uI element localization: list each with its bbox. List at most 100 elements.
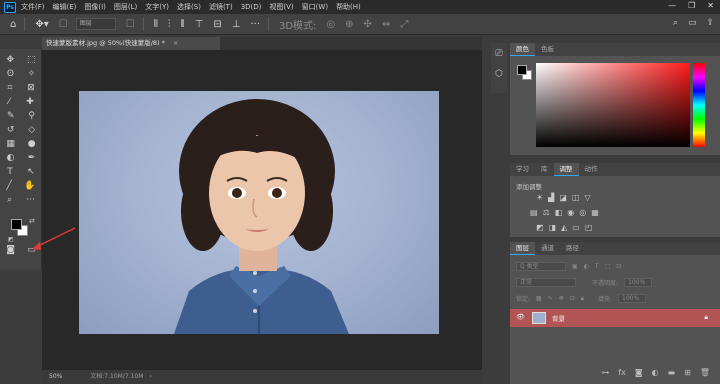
close-button[interactable]: ✕	[707, 1, 714, 10]
color-balance-icon[interactable]: ⚖	[543, 208, 550, 217]
blend-mode-select[interactable]: 正常	[516, 278, 576, 287]
marquee-tool-icon[interactable]: ⬚	[27, 55, 36, 65]
tab-channels[interactable]: 通道	[535, 242, 560, 255]
menu-select[interactable]: 选择(S)	[177, 2, 201, 12]
move-tool-icon[interactable]: ✥▾	[35, 19, 48, 30]
path-select-icon[interactable]: ↖	[27, 167, 35, 177]
document-image[interactable]	[79, 91, 439, 334]
quick-mask-icon[interactable]: ◙	[6, 245, 15, 255]
menu-view[interactable]: 视图(V)	[269, 2, 293, 12]
delete-layer-icon[interactable]: 🗑︎	[700, 368, 710, 382]
home-icon[interactable]: ⌂	[10, 19, 16, 30]
more-tools-icon[interactable]: ···	[26, 195, 35, 205]
brightness-icon[interactable]: ☀	[536, 193, 543, 202]
align-bottom-icon[interactable]: ⊥	[232, 19, 241, 30]
align-top-icon[interactable]: ⊤	[195, 19, 204, 30]
gradient-tool-icon[interactable]: ▦	[6, 139, 15, 149]
align-left-icon[interactable]: ⫴	[154, 19, 158, 30]
channel-mixer-icon[interactable]: ◎	[579, 208, 586, 217]
document-tab[interactable]: 快速蒙版素材.jpg @ 50%(快速蒙版/8) * ×	[42, 37, 220, 50]
transform-controls-checkbox[interactable]: ☐	[126, 19, 135, 30]
menu-edit[interactable]: 编辑(E)	[53, 2, 77, 12]
filter-shape-icon[interactable]: ⬚	[605, 263, 611, 270]
filter-type-icon[interactable]: T	[595, 263, 599, 270]
color-spectrum[interactable]	[536, 63, 690, 147]
filter-smart-icon[interactable]: ⊡	[616, 263, 621, 270]
status-expand-icon[interactable]: ›	[149, 373, 151, 380]
vibrance-icon[interactable]: ▽	[584, 193, 590, 202]
3d-slide-icon[interactable]: ⇔	[382, 19, 390, 30]
close-tab-icon[interactable]: ×	[173, 39, 178, 47]
tab-layers[interactable]: 图层	[510, 242, 535, 255]
menu-image[interactable]: 图像(I)	[84, 2, 106, 12]
search-icon[interactable]: ⌕	[673, 18, 678, 28]
default-colors-icon[interactable]: ◩	[8, 236, 14, 243]
tab-libraries[interactable]: 库	[535, 163, 554, 176]
menu-window[interactable]: 窗口(W)	[302, 2, 328, 12]
posterize-icon[interactable]: ◨	[549, 223, 557, 232]
hue-slider[interactable]	[693, 63, 705, 147]
line-tool-icon[interactable]: ╱	[6, 181, 11, 191]
new-layer-icon[interactable]: ⊞	[684, 368, 691, 382]
healing-brush-icon[interactable]: ✚	[26, 97, 34, 107]
lock-paint-icon[interactable]: ✎	[548, 295, 553, 302]
selective-color-icon[interactable]: ◰	[585, 223, 593, 232]
magic-wand-icon[interactable]: ✧	[28, 69, 36, 79]
history-panel-icon[interactable]: ⎚	[491, 49, 507, 59]
menu-file[interactable]: 文件(F)	[21, 2, 45, 12]
clone-stamp-icon[interactable]: ⚲	[28, 111, 35, 121]
hue-saturation-icon[interactable]: ▤	[530, 208, 538, 217]
crop-tool-icon[interactable]: ⌗	[7, 83, 12, 93]
menu-type[interactable]: 文字(Y)	[145, 2, 169, 12]
layer-filter-kind[interactable]: Q 类型	[516, 262, 566, 271]
3d-scale-icon[interactable]: ⤢	[400, 19, 408, 30]
type-tool-icon[interactable]: T	[7, 167, 13, 177]
lock-position-icon[interactable]: ✥	[559, 295, 564, 302]
canvas-area[interactable]	[32, 50, 482, 370]
color-foreground-swatch[interactable]	[517, 65, 527, 75]
auto-select-checkbox[interactable]: ☐	[59, 19, 68, 30]
tab-actions[interactable]: 动作	[579, 163, 604, 176]
foreground-color-swatch[interactable]	[11, 219, 22, 230]
photo-filter-icon[interactable]: ◉	[567, 208, 574, 217]
workspace-icon[interactable]: ▭	[688, 18, 697, 28]
align-center-icon[interactable]: ⫶	[168, 19, 171, 30]
lasso-tool-icon[interactable]: ʘ	[7, 69, 14, 79]
menu-filter[interactable]: 滤镜(T)	[209, 2, 233, 12]
menu-3d[interactable]: 3D(D)	[241, 3, 262, 11]
dodge-tool-icon[interactable]: ◐	[7, 153, 15, 163]
3d-pan-icon[interactable]: ✣	[364, 19, 372, 30]
tab-color[interactable]: 颜色	[510, 43, 535, 56]
black-white-icon[interactable]: ◧	[555, 208, 563, 217]
fill-input[interactable]: 100%	[618, 294, 647, 303]
menu-help[interactable]: 帮助(H)	[336, 2, 361, 12]
swap-colors-icon[interactable]: ⇄	[29, 217, 35, 225]
tab-learn[interactable]: 学习	[510, 163, 535, 176]
blur-tool-icon[interactable]: ●	[28, 139, 36, 149]
zoom-tool-icon[interactable]: ⌕	[7, 195, 12, 205]
frame-tool-icon[interactable]: ⊠	[27, 83, 35, 93]
brush-tool-icon[interactable]: ✎	[7, 111, 15, 121]
gradient-map-icon[interactable]: ▭	[572, 223, 580, 232]
layer-row-background[interactable]: 👁︎ 背景 🔒︎	[510, 309, 720, 327]
levels-icon[interactable]: ▟	[548, 193, 554, 202]
restore-button[interactable]: ❐	[688, 1, 695, 10]
move-tool-icon[interactable]: ✥	[6, 55, 14, 65]
align-right-icon[interactable]: ⫴	[180, 19, 184, 30]
new-group-icon[interactable]: ▬	[668, 368, 676, 382]
eyedropper-icon[interactable]: ⁄	[8, 97, 10, 107]
threshold-icon[interactable]: ◭	[561, 223, 567, 232]
lock-artboard-icon[interactable]: ⊡	[570, 295, 575, 302]
curves-icon[interactable]: ◪	[559, 193, 567, 202]
tab-swatches[interactable]: 色板	[535, 43, 560, 56]
more-options-icon[interactable]: ···	[250, 19, 260, 30]
layer-visibility-eye-icon[interactable]: 👁︎	[516, 313, 525, 321]
add-mask-icon[interactable]: ◙	[635, 368, 643, 382]
new-adjustment-icon[interactable]: ◐	[652, 368, 659, 382]
3d-orbit-icon[interactable]: ◎	[326, 19, 335, 30]
minimize-button[interactable]: —	[668, 1, 676, 10]
auto-select-dropdown[interactable]: 图层	[75, 18, 116, 30]
exposure-icon[interactable]: ◫	[572, 193, 580, 202]
tab-paths[interactable]: 路径	[560, 242, 585, 255]
color-lookup-icon[interactable]: ▦	[591, 208, 599, 217]
